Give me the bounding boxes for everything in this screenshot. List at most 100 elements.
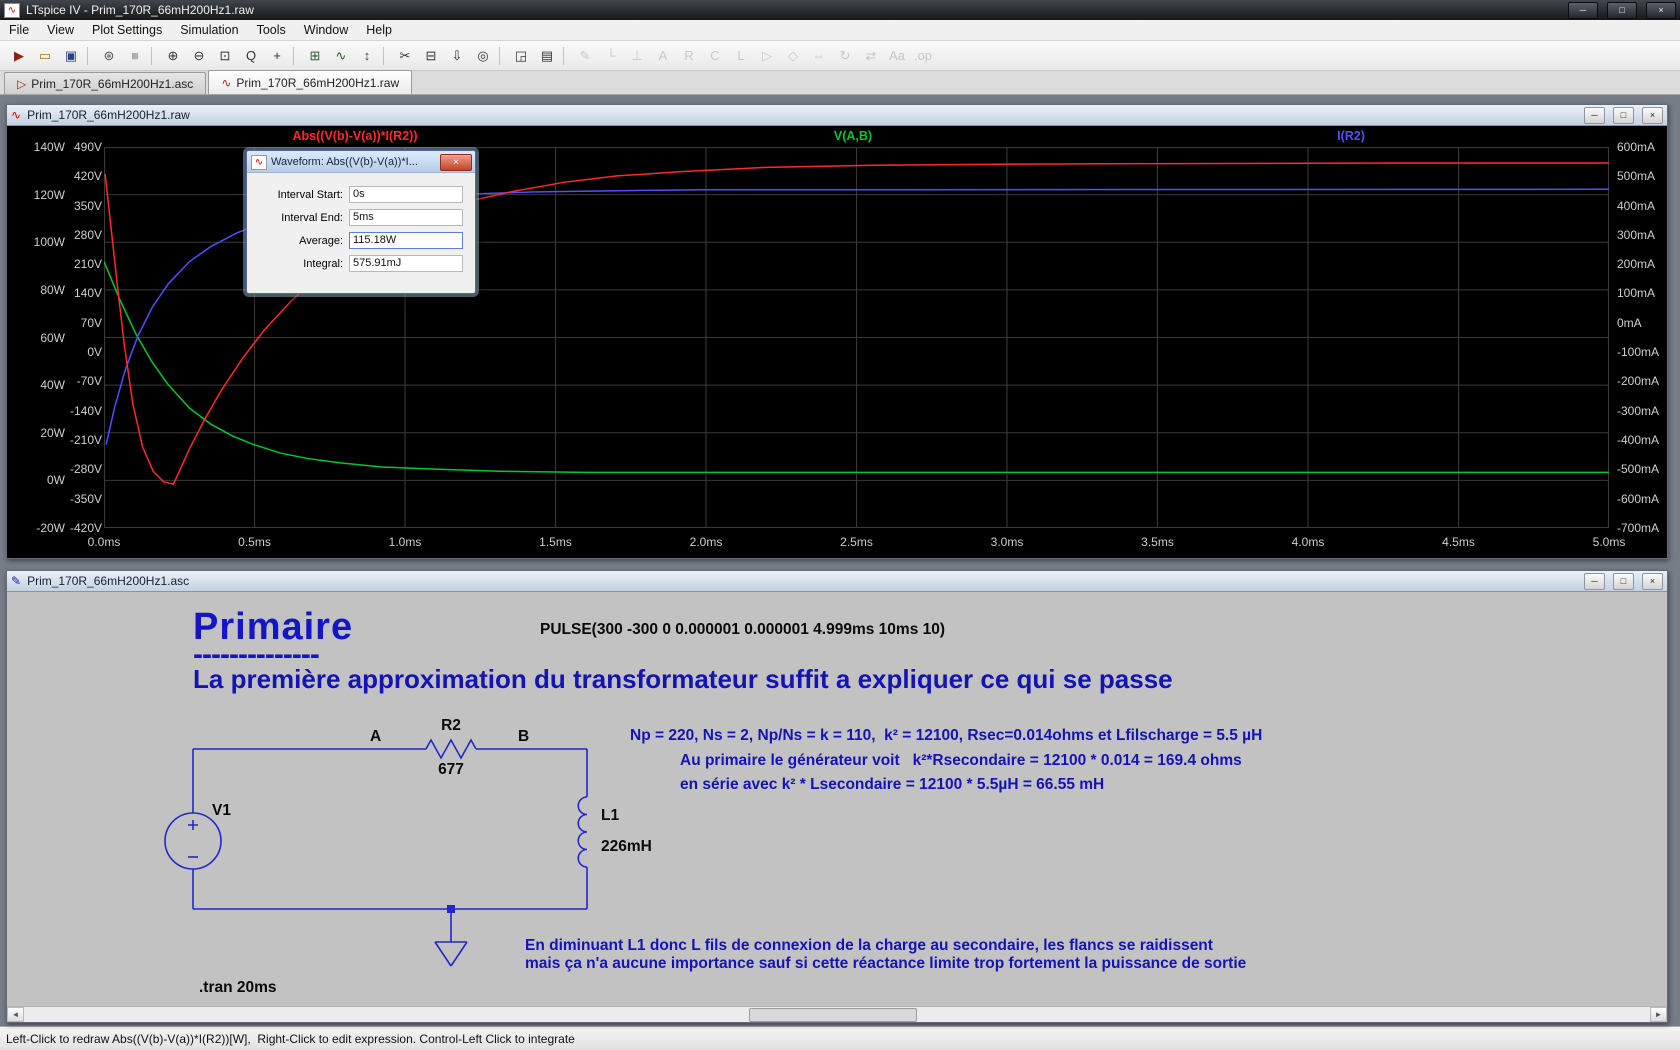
- ltspice-icon: ∿: [251, 154, 267, 170]
- pencil-icon[interactable]: ✎: [572, 44, 598, 68]
- current-axis: 600mA 500mA 400mA 300mA 200mA 100mA 0mA -100mA -…: [1617, 141, 1665, 534]
- copy-icon[interactable]: ⊟: [418, 44, 444, 68]
- schematic-window: ✎ Prim_170R_66mH200Hz1.asc ─ □ × Primair…: [6, 570, 1668, 1023]
- scrollbar-track[interactable]: [24, 1007, 1650, 1022]
- spice-directive-icon[interactable]: .op: [910, 44, 936, 68]
- control-panel-icon[interactable]: ⊛: [96, 44, 122, 68]
- toolbar-icon: [383, 46, 389, 65]
- pan-icon[interactable]: +: [264, 44, 290, 68]
- mirror-icon[interactable]: ⇄: [858, 44, 884, 68]
- axis-tick-label: 0V: [87, 345, 102, 360]
- close-button[interactable]: ×: [1646, 1, 1676, 19]
- net-label-icon[interactable]: A: [650, 44, 676, 68]
- schematic-close-button[interactable]: ×: [1642, 572, 1663, 590]
- resistor-icon[interactable]: R: [676, 44, 702, 68]
- schematic-window-title-bar[interactable]: ✎ Prim_170R_66mH200Hz1.asc ─ □ ×: [7, 571, 1667, 592]
- dialog-field-row: Interval Start: 0s: [257, 185, 463, 204]
- dialog-close-button[interactable]: ×: [440, 153, 472, 171]
- component-icon[interactable]: ◇: [780, 44, 806, 68]
- menu-item[interactable]: Tools: [248, 21, 295, 39]
- title-bar: ∿ LTspice IV - Prim_170R_66mH200Hz1.raw …: [0, 0, 1680, 20]
- autorange-icon[interactable]: ↕: [354, 44, 380, 68]
- tab-schematic[interactable]: ▷ Prim_170R_66mH200Hz1.asc: [4, 72, 207, 94]
- text-icon[interactable]: Aa: [884, 44, 910, 68]
- trace-label-current[interactable]: I(R2): [1337, 129, 1365, 143]
- axis-tick-label: 210V: [73, 257, 102, 272]
- scroll-left-arrow[interactable]: ◄: [7, 1007, 24, 1022]
- trace-label-voltage[interactable]: V(A,B): [834, 129, 872, 143]
- paste-icon[interactable]: ⇩: [444, 44, 470, 68]
- axis-tick-label: 4.5ms: [1442, 535, 1475, 549]
- sim-directive[interactable]: .tran 20ms: [199, 979, 277, 997]
- print-preview-icon[interactable]: ◲: [508, 44, 534, 68]
- inductor-value[interactable]: 226mH: [601, 838, 652, 856]
- zoom-rect-icon[interactable]: ⊡: [212, 44, 238, 68]
- resistor-symbol: [425, 738, 477, 760]
- axis-tick-label: 3.0ms: [990, 535, 1024, 549]
- menu-item[interactable]: View: [38, 21, 83, 39]
- toolbar-icon: [563, 46, 569, 65]
- dialog-field-value[interactable]: 575.91mJ: [349, 255, 463, 272]
- menu-item[interactable]: Plot Settings: [83, 21, 171, 39]
- move-icon[interactable]: ⇔: [806, 44, 832, 68]
- waveform-close-button[interactable]: ×: [1642, 106, 1663, 124]
- inductor-label[interactable]: L1: [601, 807, 619, 825]
- maximize-button[interactable]: □: [1607, 1, 1637, 19]
- capacitor-icon[interactable]: C: [702, 44, 728, 68]
- scrollbar-thumb[interactable]: [749, 1008, 917, 1022]
- zoom-full-icon[interactable]: Q: [238, 44, 264, 68]
- toolbar-icon: [293, 46, 299, 65]
- schematic-minimize-button[interactable]: ─: [1584, 572, 1605, 590]
- dialog-field-value[interactable]: 0s: [349, 186, 463, 203]
- waveform-minimize-button[interactable]: ─: [1584, 106, 1605, 124]
- inductor-icon[interactable]: L: [728, 44, 754, 68]
- wire-icon[interactable]: └: [598, 44, 624, 68]
- dialog-field-value[interactable]: 115.18W: [349, 232, 463, 249]
- time-axis: 0.0ms 0.5ms 1.0ms 1.5ms 2.0ms 2.5ms 3.0ms 3.5ms…: [82, 535, 1631, 549]
- dialog-field-label: Integral:: [303, 257, 343, 270]
- trace-icon[interactable]: ∿: [328, 44, 354, 68]
- menu-item[interactable]: Simulation: [171, 21, 247, 39]
- waveform-window-title-bar[interactable]: ∿ Prim_170R_66mH200Hz1.raw ─ □ ×: [7, 105, 1667, 126]
- waveform-dialog: ∿ Waveform: Abs((V(b)-V(a))*I... × Inter…: [246, 150, 476, 294]
- save-icon[interactable]: ▣: [58, 44, 84, 68]
- schematic-maximize-button[interactable]: □: [1613, 572, 1634, 590]
- ground-icon[interactable]: ⊥: [624, 44, 650, 68]
- grid-icon[interactable]: ⊞: [302, 44, 328, 68]
- zoom-in-icon[interactable]: ⊕: [160, 44, 186, 68]
- minimize-button[interactable]: ─: [1568, 1, 1598, 19]
- node-b-label: B: [518, 728, 530, 745]
- find-icon[interactable]: ◎: [470, 44, 496, 68]
- waveform-dialog-title-bar[interactable]: ∿ Waveform: Abs((V(b)-V(a))*I... ×: [247, 151, 475, 173]
- diode-icon[interactable]: ▷: [754, 44, 780, 68]
- cut-icon[interactable]: ✂: [392, 44, 418, 68]
- menu-item[interactable]: Window: [295, 21, 357, 39]
- axis-tick-label: 1.5ms: [539, 535, 572, 549]
- menu-item[interactable]: File: [0, 21, 38, 39]
- toolbar-icon: [151, 46, 157, 65]
- schematic-canvas[interactable]: Primaire -------------- PULSE(300 -300 0…: [7, 592, 1667, 1006]
- scroll-right-arrow[interactable]: ►: [1650, 1007, 1667, 1022]
- dialog-field-row: Interval End: 5ms: [257, 208, 463, 227]
- open-folder-icon[interactable]: ▭: [32, 44, 58, 68]
- axis-tick-label: 80W: [40, 282, 65, 297]
- dialog-field-value[interactable]: 5ms: [349, 209, 463, 226]
- run-icon[interactable]: ▶: [6, 44, 32, 68]
- axis-tick-label: 120W: [33, 187, 65, 202]
- axis-tick-label: -300mA: [1617, 403, 1660, 418]
- tab-waveform[interactable]: ∿ Prim_170R_66mH200Hz1.raw: [208, 70, 413, 94]
- dialog-field-label: Average:: [299, 234, 343, 247]
- pulse-directive[interactable]: PULSE(300 -300 0 0.000001 0.000001 4.999…: [540, 621, 945, 639]
- axis-tick-label: 500mA: [1617, 169, 1656, 184]
- schematic-hscrollbar: ◄ ►: [7, 1006, 1667, 1022]
- print-icon[interactable]: ▤: [534, 44, 560, 68]
- menu-item[interactable]: Help: [357, 21, 401, 39]
- resistor-label[interactable]: R2: [437, 717, 465, 735]
- halt-icon[interactable]: ■: [122, 44, 148, 68]
- source-label[interactable]: V1: [212, 802, 231, 820]
- zoom-out-icon[interactable]: ⊖: [186, 44, 212, 68]
- rotate-icon[interactable]: ↻: [832, 44, 858, 68]
- resistor-value[interactable]: 677: [437, 761, 465, 779]
- waveform-maximize-button[interactable]: □: [1613, 106, 1634, 124]
- trace-label-power[interactable]: Abs((V(b)-V(a))*I(R2)): [293, 129, 418, 143]
